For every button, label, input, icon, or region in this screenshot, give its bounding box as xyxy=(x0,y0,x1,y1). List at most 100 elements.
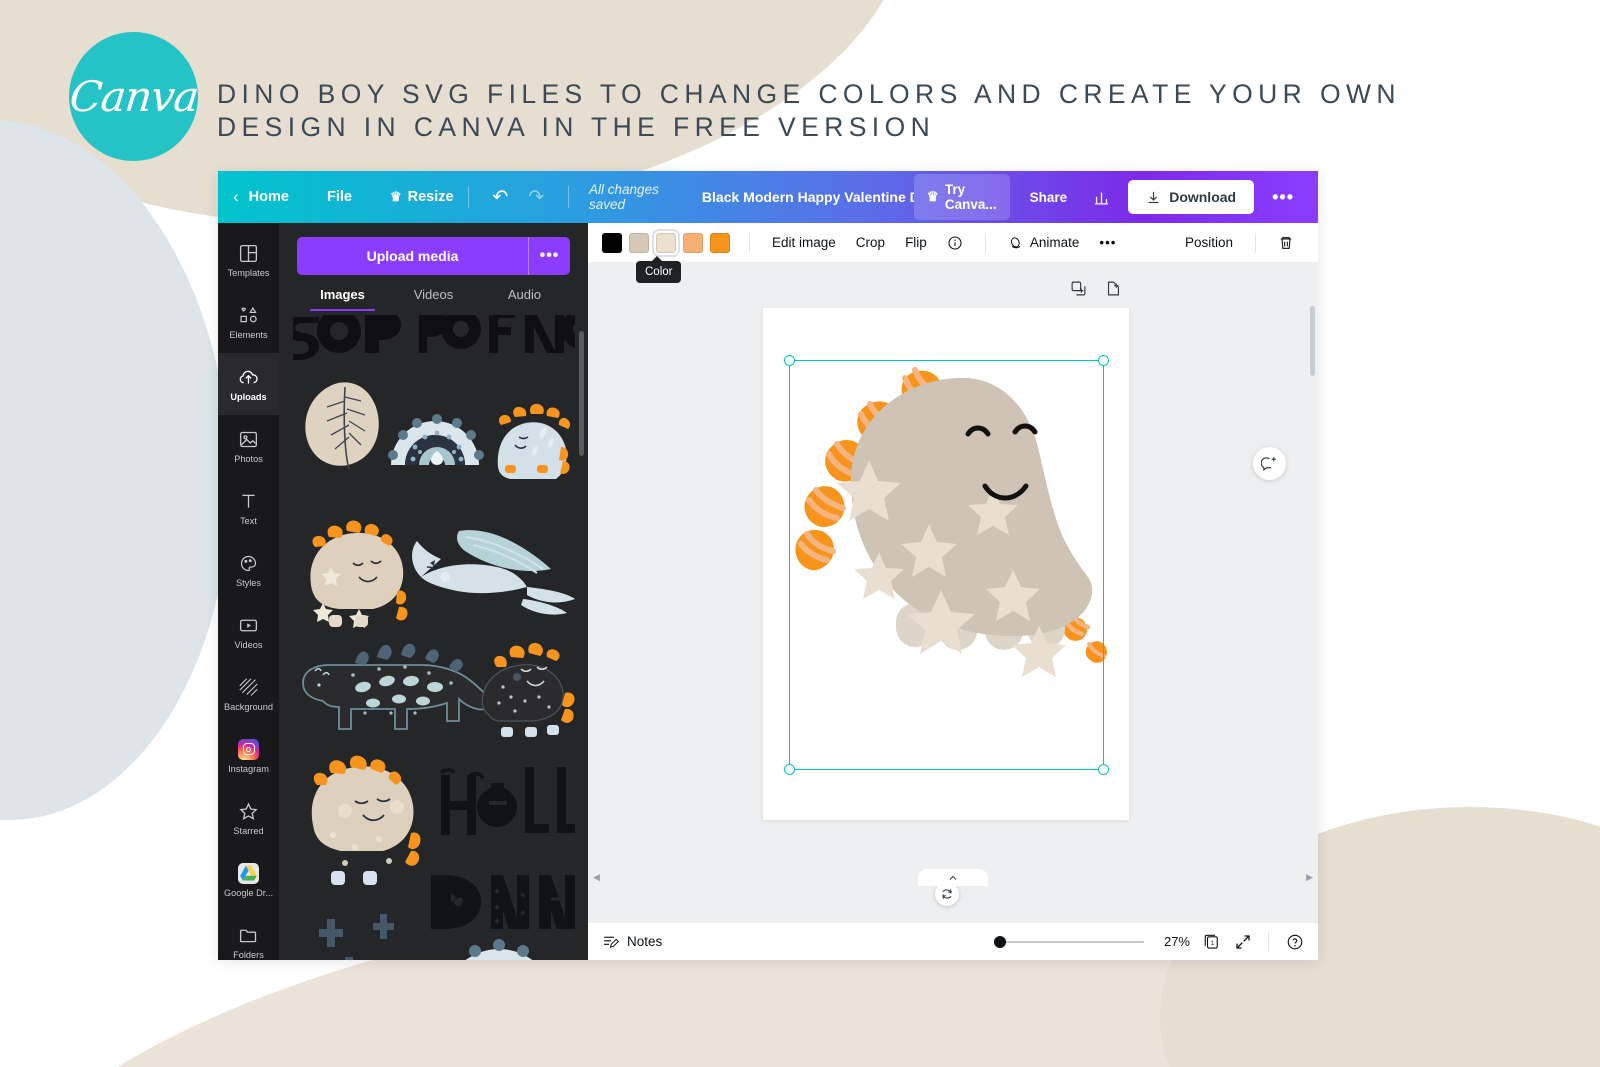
duplicate-page-icon[interactable] xyxy=(1070,280,1087,302)
fullscreen-icon[interactable] xyxy=(1233,932,1252,951)
sidebar-item-folders[interactable]: Folders xyxy=(218,911,279,960)
resize-handle-top-right[interactable] xyxy=(1098,355,1109,366)
color-swatch-tan[interactable] xyxy=(629,232,649,253)
home-button[interactable]: Home xyxy=(249,189,289,205)
upload-media-button[interactable]: Upload media xyxy=(297,237,528,275)
crown-icon: ♛ xyxy=(926,189,939,204)
page-manager-icon[interactable]: 1 xyxy=(1202,932,1221,951)
file-menu-button[interactable]: File xyxy=(327,189,352,205)
notes-label: Notes xyxy=(627,934,663,949)
decorative-blob-left xyxy=(0,120,230,820)
sidebar-label: Folders xyxy=(233,950,264,960)
animate-button[interactable]: Animate xyxy=(998,235,1090,251)
photos-icon xyxy=(238,428,260,450)
google-drive-icon xyxy=(238,862,260,884)
flip-button[interactable]: Flip xyxy=(895,235,937,250)
download-button[interactable]: Download xyxy=(1128,180,1255,214)
color-swatch-cream[interactable] xyxy=(652,228,680,257)
add-comment-button[interactable] xyxy=(1253,447,1286,480)
color-swatch-black[interactable] xyxy=(602,232,622,253)
sidebar-item-uploads[interactable]: Uploads xyxy=(218,353,279,415)
tab-images[interactable]: Images xyxy=(297,287,388,311)
redo-icon[interactable]: ↷ xyxy=(518,186,554,209)
color-swatch-orange[interactable] xyxy=(710,232,730,253)
delete-button[interactable] xyxy=(1268,235,1304,251)
context-more-icon[interactable]: ••• xyxy=(1089,235,1126,250)
timeline-expand-handle[interactable] xyxy=(918,869,988,886)
svg-text:1: 1 xyxy=(1210,941,1214,947)
elements-icon xyxy=(238,304,260,326)
videos-icon xyxy=(238,614,260,636)
instagram-icon xyxy=(238,738,260,760)
try-canva-label: Try Canva... xyxy=(944,182,997,212)
add-page-icon[interactable] xyxy=(1105,280,1122,302)
sidebar-label: Photos xyxy=(234,454,263,464)
sidebar-item-google-drive[interactable]: Google Dr... xyxy=(218,849,279,911)
upload-more-icon[interactable]: ••• xyxy=(528,237,570,275)
design-title[interactable]: Black Modern Happy Valentine Day (P... xyxy=(702,189,914,205)
canva-logo-badge: Canva xyxy=(66,32,201,161)
sidebar-label: Google Dr... xyxy=(223,888,274,898)
canva-wordmark: Canva xyxy=(66,72,201,121)
sidebar-item-elements[interactable]: Elements xyxy=(218,291,279,353)
sidebar-item-templates[interactable]: Templates xyxy=(218,229,279,291)
info-icon[interactable] xyxy=(937,235,973,251)
zoom-slider-knob[interactable] xyxy=(994,935,1006,948)
resize-button[interactable]: ♛ Resize xyxy=(390,189,454,205)
try-canva-pro-button[interactable]: ♛ Try Canva... xyxy=(913,174,1010,220)
insights-chart-icon[interactable] xyxy=(1081,183,1122,212)
sidebar-item-videos[interactable]: Videos xyxy=(218,601,279,663)
styles-icon xyxy=(238,552,260,574)
sidebar-item-starred[interactable]: Starred xyxy=(218,787,279,849)
download-label: Download xyxy=(1169,189,1237,205)
selection-box[interactable] xyxy=(784,355,1109,775)
editor-main: Edit image Crop Flip Animate ••• Positio… xyxy=(588,223,1318,960)
toolbar-divider-2 xyxy=(984,232,986,253)
sidebar-label: Templates xyxy=(227,268,270,278)
panel-scrollbar[interactable] xyxy=(579,331,584,456)
scroll-left-arrow[interactable]: ◀ xyxy=(593,872,600,883)
left-rail: Templates Elements Uploads Photos Text S… xyxy=(218,223,279,960)
folder-icon xyxy=(238,924,260,946)
canvas-vertical-scrollbar[interactable] xyxy=(1310,306,1315,376)
trash-icon xyxy=(1280,236,1292,249)
tab-audio[interactable]: Audio xyxy=(479,287,570,311)
position-button[interactable]: Position xyxy=(1175,235,1243,250)
panel-collapse-button[interactable]: ‹ xyxy=(586,613,588,669)
scroll-right-arrow[interactable]: ▶ xyxy=(1306,872,1313,883)
sidebar-item-photos[interactable]: Photos xyxy=(218,415,279,477)
canvas-area[interactable]: + Add page ◀ ▶ xyxy=(588,262,1318,922)
zoom-slider[interactable] xyxy=(994,935,1144,948)
crop-button[interactable]: Crop xyxy=(846,235,895,250)
resize-handle-top-left[interactable] xyxy=(784,355,795,366)
edit-image-button[interactable]: Edit image xyxy=(762,235,846,250)
help-icon[interactable] xyxy=(1285,932,1304,951)
uploads-thumbnails-art xyxy=(279,315,588,960)
share-button[interactable]: Share xyxy=(1016,182,1082,213)
tab-videos[interactable]: Videos xyxy=(388,287,479,311)
sidebar-label: Starred xyxy=(233,826,264,836)
status-bar: Notes 27% 1 xyxy=(588,922,1318,960)
color-swatch-light-orange[interactable] xyxy=(683,232,703,253)
sidebar-item-background[interactable]: Background xyxy=(218,663,279,725)
sidebar-item-styles[interactable]: Styles xyxy=(218,539,279,601)
topbar-more-icon[interactable]: ••• xyxy=(1260,181,1306,214)
toolbar-divider-1 xyxy=(749,232,750,253)
uploads-icon xyxy=(238,366,260,388)
resize-handle-bottom-right[interactable] xyxy=(1098,764,1109,775)
uploads-thumbnail-grid[interactable] xyxy=(279,315,588,960)
save-status-label: All changes saved xyxy=(589,182,659,212)
resize-handle-bottom-left[interactable] xyxy=(784,764,795,775)
editor-topbar: ‹ Home File ♛ Resize ↶ ↷ All changes sav… xyxy=(218,171,1318,223)
sidebar-item-instagram[interactable]: Instagram xyxy=(218,725,279,787)
undo-icon[interactable]: ↶ xyxy=(482,186,518,209)
context-right-group: Position xyxy=(1175,232,1304,253)
back-chevron-icon[interactable]: ‹ xyxy=(233,187,239,207)
sidebar-item-text[interactable]: Text xyxy=(218,477,279,539)
notes-button[interactable]: Notes xyxy=(602,933,662,950)
crown-icon: ♛ xyxy=(389,189,402,204)
sidebar-label: Text xyxy=(240,516,257,526)
page-title: DINO BOY SVG FILES TO CHANGE COLORS AND … xyxy=(217,79,1401,142)
chevron-up-icon xyxy=(949,875,957,880)
upload-row: Upload media ••• xyxy=(297,237,570,275)
